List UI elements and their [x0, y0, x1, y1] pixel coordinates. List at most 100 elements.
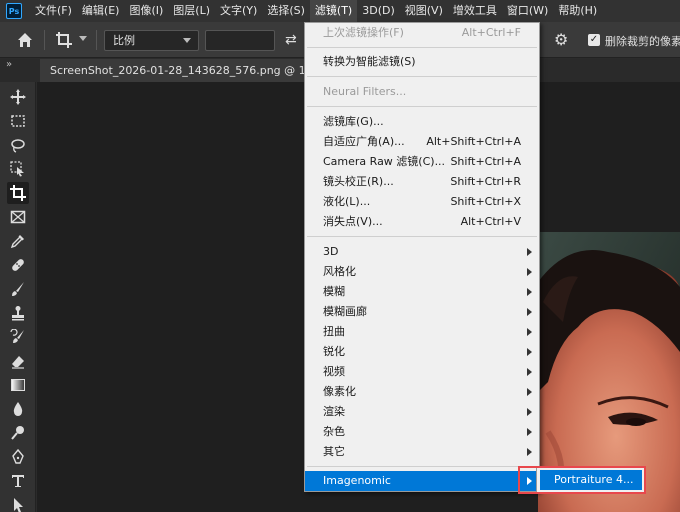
expand-panels-icon[interactable]: »	[6, 59, 12, 70]
menu-item-label: 液化(L)...	[323, 195, 371, 208]
crop-tool-icon[interactable]	[7, 182, 29, 204]
clone-stamp-tool-icon[interactable]	[7, 302, 29, 324]
menu-view[interactable]: 视图(V)	[400, 0, 448, 22]
menu-item-blur[interactable]: 模糊	[305, 282, 539, 302]
menu-divider	[307, 236, 537, 237]
menu-file[interactable]: 文件(F)	[30, 0, 77, 22]
menu-item-portraiture[interactable]: Portraiture 4...	[540, 470, 642, 490]
submenu-arrow-icon	[527, 448, 532, 456]
menu-item-convert-smart-filter[interactable]: 转换为智能滤镜(S)	[305, 52, 539, 72]
submenu-arrow-icon	[527, 388, 532, 396]
history-brush-tool-icon[interactable]	[7, 326, 29, 348]
menu-image[interactable]: 图像(I)	[124, 0, 168, 22]
object-select-tool-icon[interactable]	[7, 158, 29, 180]
chevron-down-icon[interactable]	[79, 36, 87, 41]
menu-item-shortcut: Shift+Ctrl+A	[450, 155, 521, 168]
lasso-tool-icon[interactable]	[7, 134, 29, 156]
menu-item-label: 上次滤镜操作(F)	[323, 26, 404, 39]
gear-icon[interactable]: ⚙	[554, 30, 568, 49]
filter-menu: 上次滤镜操作(F) Alt+Ctrl+F 转换为智能滤镜(S) Neural F…	[304, 22, 540, 492]
menu-layer[interactable]: 图层(L)	[168, 0, 215, 22]
divider	[44, 30, 45, 50]
menu-item-vanishing-point[interactable]: 消失点(V)... Alt+Ctrl+V	[305, 212, 539, 232]
menu-item-label: 扭曲	[323, 325, 345, 338]
gradient-tool-icon[interactable]	[7, 374, 29, 396]
menu-plugins[interactable]: 增效工具	[448, 0, 502, 22]
menu-item-label: 视频	[323, 365, 345, 378]
blur-tool-icon[interactable]	[7, 398, 29, 420]
menu-item-label: 杂色	[323, 425, 345, 438]
frame-tool-icon[interactable]	[7, 206, 29, 228]
menu-edit[interactable]: 编辑(E)	[77, 0, 125, 22]
menu-item-shortcut: Alt+Shift+Ctrl+A	[426, 135, 521, 148]
menu-bar: Ps 文件(F) 编辑(E) 图像(I) 图层(L) 文字(Y) 选择(S) 滤…	[0, 0, 680, 22]
menu-item-camera-raw[interactable]: Camera Raw 滤镜(C)... Shift+Ctrl+A	[305, 152, 539, 172]
menu-item-render[interactable]: 渲染	[305, 402, 539, 422]
swap-icon[interactable]: ⇄	[285, 32, 297, 48]
delete-cropped-label: 删除裁剪的像素	[605, 35, 680, 48]
menu-item-stylize[interactable]: 风格化	[305, 262, 539, 282]
menu-3d[interactable]: 3D(D)	[357, 0, 400, 22]
path-select-tool-icon[interactable]	[7, 494, 29, 512]
marquee-tool-icon[interactable]	[7, 110, 29, 132]
eraser-tool-icon[interactable]	[7, 350, 29, 372]
menu-item-blur-gallery[interactable]: 模糊画廊	[305, 302, 539, 322]
menu-item-shortcut: Alt+Ctrl+F	[461, 26, 521, 39]
photoshop-logo[interactable]: Ps	[6, 3, 22, 19]
menu-item-label: 自适应广角(A)...	[323, 135, 405, 148]
submenu-arrow-icon	[527, 408, 532, 416]
menu-item-sharpen[interactable]: 锐化	[305, 342, 539, 362]
menu-divider	[307, 106, 537, 107]
imagenomic-submenu: Portraiture 4...	[536, 466, 646, 494]
chevron-down-icon	[183, 38, 191, 43]
menu-item-label: 模糊	[323, 285, 345, 298]
menu-window[interactable]: 窗口(W)	[502, 0, 553, 22]
submenu-arrow-icon	[527, 348, 532, 356]
dodge-tool-icon[interactable]	[7, 422, 29, 444]
pen-tool-icon[interactable]	[7, 446, 29, 468]
crop-preset-icon[interactable]	[55, 31, 73, 49]
menu-item-label: 渲染	[323, 405, 345, 418]
menu-item-filter-gallery[interactable]: 滤镜库(G)...	[305, 112, 539, 132]
submenu-arrow-icon	[527, 248, 532, 256]
menu-filter[interactable]: 滤镜(T)	[309, 0, 358, 22]
menu-item-last-filter[interactable]: 上次滤镜操作(F) Alt+Ctrl+F	[305, 23, 539, 43]
menu-item-neural-filters[interactable]: Neural Filters...	[305, 82, 539, 102]
ratio-width-input[interactable]	[205, 30, 275, 51]
menu-item-noise[interactable]: 杂色	[305, 422, 539, 442]
menu-item-shortcut: Alt+Ctrl+V	[460, 215, 521, 228]
delete-cropped-checkbox[interactable]: ✓	[588, 34, 600, 46]
menu-select[interactable]: 选择(S)	[262, 0, 310, 22]
menu-item-adaptive-wide-angle[interactable]: 自适应广角(A)... Alt+Shift+Ctrl+A	[305, 132, 539, 152]
menu-item-shortcut: Shift+Ctrl+X	[450, 195, 521, 208]
menu-divider	[307, 76, 537, 77]
divider	[96, 30, 97, 50]
menu-item-liquify[interactable]: 液化(L)... Shift+Ctrl+X	[305, 192, 539, 212]
eyedropper-tool-icon[interactable]	[7, 230, 29, 252]
menu-item-video[interactable]: 视频	[305, 362, 539, 382]
ratio-select[interactable]: 比例	[104, 30, 199, 51]
menu-help[interactable]: 帮助(H)	[553, 0, 602, 22]
tools-panel	[0, 82, 36, 512]
submenu-arrow-icon	[527, 428, 532, 436]
menu-item-imagenomic[interactable]: Imagenomic	[305, 471, 539, 491]
menu-divider	[307, 47, 537, 48]
type-tool-icon[interactable]	[7, 470, 29, 492]
brush-tool-icon[interactable]	[7, 278, 29, 300]
menu-item-label: 像素化	[323, 385, 356, 398]
submenu-arrow-icon	[527, 288, 532, 296]
menu-item-shortcut: Shift+Ctrl+R	[450, 175, 521, 188]
menu-item-3d[interactable]: 3D	[305, 242, 539, 262]
menu-item-other[interactable]: 其它	[305, 442, 539, 462]
menu-item-lens-correction[interactable]: 镜头校正(R)... Shift+Ctrl+R	[305, 172, 539, 192]
menu-item-label: 转换为智能滤镜(S)	[323, 55, 416, 68]
document-tab[interactable]: ScreenShot_2026-01-28_143628_576.png @ 1…	[40, 59, 305, 82]
menu-type[interactable]: 文字(Y)	[215, 0, 262, 22]
menu-item-label: 镜头校正(R)...	[323, 175, 394, 188]
move-tool-icon[interactable]	[7, 86, 29, 108]
home-icon[interactable]	[16, 31, 34, 49]
menu-item-label: 滤镜库(G)...	[323, 115, 384, 128]
healing-brush-tool-icon[interactable]	[7, 254, 29, 276]
menu-item-pixelate[interactable]: 像素化	[305, 382, 539, 402]
menu-item-distort[interactable]: 扭曲	[305, 322, 539, 342]
